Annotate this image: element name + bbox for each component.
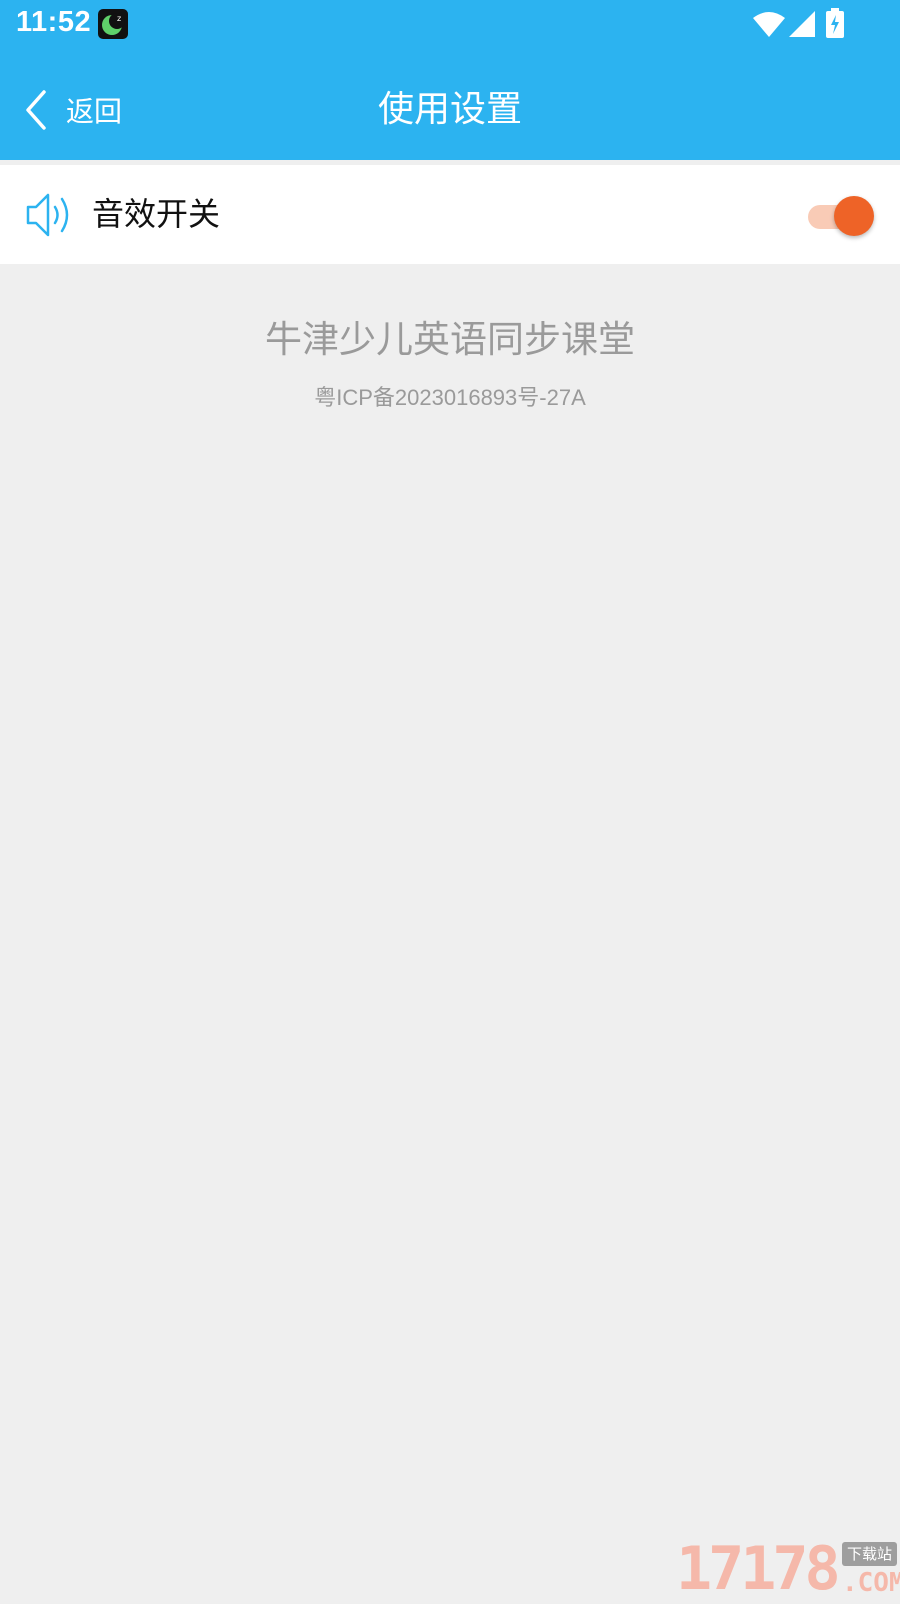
status-bar: 11:52 z bbox=[0, 0, 900, 48]
battery-charging-icon bbox=[826, 8, 844, 38]
nav-bar: 返回 使用设置 bbox=[0, 60, 900, 160]
setting-label: 音效开关 bbox=[92, 195, 221, 233]
status-time: 11:52 bbox=[16, 6, 92, 38]
app-name: 牛津少儿英语同步课堂 bbox=[265, 318, 635, 361]
cell-signal-icon bbox=[789, 11, 815, 37]
icp-license: 粤ICP备2023016893号-27A bbox=[314, 385, 586, 410]
app-header: 11:52 z 返回 使用设置 bbox=[0, 0, 900, 160]
sound-effects-toggle[interactable] bbox=[806, 193, 876, 237]
toggle-thumb bbox=[834, 196, 874, 236]
page-title: 使用设置 bbox=[377, 89, 522, 130]
svg-text:z: z bbox=[117, 14, 121, 23]
setting-row-sound-effects[interactable]: 音效开关 bbox=[0, 165, 900, 264]
app-notification-icon: z bbox=[98, 9, 128, 39]
watermark-badge: 下载站 bbox=[842, 1542, 898, 1566]
watermark-suffix: .COM bbox=[842, 1568, 900, 1598]
wifi-icon bbox=[753, 12, 785, 37]
speaker-icon bbox=[26, 193, 69, 237]
watermark: 17178 下载站 .COM bbox=[676, 1534, 900, 1604]
watermark-digits: 17178 bbox=[676, 1534, 841, 1604]
